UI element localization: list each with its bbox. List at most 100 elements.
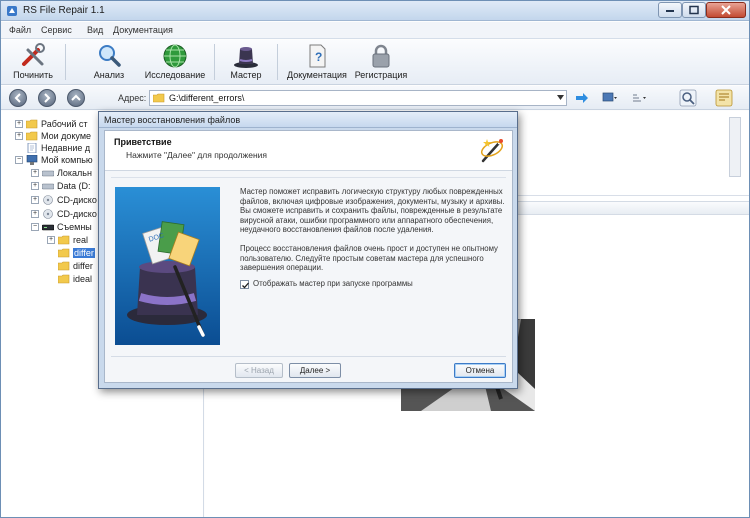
next-button[interactable]: Далее >: [289, 363, 341, 378]
tree-item-label: Съемны: [57, 222, 92, 232]
tree-item-label: Мой компью: [41, 155, 93, 165]
minimize-icon: [666, 10, 674, 12]
arrow-up-icon: [71, 94, 81, 101]
documentation-button[interactable]: ? Документация: [285, 42, 349, 83]
go-arrow-icon[interactable]: [574, 90, 590, 106]
magic-wand-icon: [480, 138, 504, 163]
toolbar-separator: [214, 44, 215, 80]
dialog-subheading: Нажмите "Далее" для продолжения: [126, 150, 267, 160]
window-title: RS File Repair 1.1: [23, 5, 105, 16]
folder-icon: [58, 248, 70, 258]
expand-toggle[interactable]: −: [15, 156, 23, 164]
expand-toggle[interactable]: −: [31, 223, 39, 231]
dialog-paragraph-2: Процесс восстановления файлов очень прос…: [240, 243, 498, 273]
tree-item-label: differ: [73, 261, 93, 271]
view-mode-icon[interactable]: [602, 90, 618, 106]
menu-view[interactable]: Вид: [87, 25, 103, 35]
cancel-button[interactable]: Отмена: [454, 363, 506, 378]
toolbar-label: Исследование: [144, 70, 206, 80]
expand-toggle[interactable]: +: [31, 210, 39, 218]
expand-toggle[interactable]: +: [31, 182, 39, 190]
menu-bar: Файл Сервис Вид Документация: [1, 22, 749, 39]
folder-icon: [153, 93, 165, 103]
dialog-title: Мастер восстановления файлов: [104, 115, 241, 125]
disk-icon: [42, 183, 54, 190]
chevron-down-icon[interactable]: [557, 95, 564, 100]
menu-file[interactable]: Файл: [9, 25, 31, 35]
analyze-button[interactable]: Анализ: [85, 42, 133, 83]
tree-item-label: CD-диско: [57, 209, 97, 219]
dialog-title-bar: Мастер восстановления файлов: [99, 112, 517, 128]
removable-drive-icon: [42, 224, 54, 231]
up-button[interactable]: [67, 89, 85, 107]
tree-item-label: Data (D:: [57, 181, 91, 191]
dialog-heading: Приветствие: [114, 137, 172, 147]
svg-text:?: ?: [315, 50, 322, 64]
dialog-header: Приветствие Нажмите "Далее" для продолже…: [105, 131, 512, 171]
app-icon: [7, 6, 17, 16]
repair-button[interactable]: Починить: [9, 42, 57, 83]
tree-item-label: Локальн: [57, 168, 92, 178]
lock-icon: [372, 44, 390, 68]
wizard-button[interactable]: Мастер: [225, 42, 267, 83]
explore-button[interactable]: Исследование: [141, 42, 209, 83]
toolbar: Починить Анализ Исследование Мастер ? До…: [1, 40, 749, 85]
toolbar-label: Мастер: [230, 70, 262, 80]
forward-button[interactable]: [38, 89, 56, 107]
wizard-hat-icon: [234, 47, 258, 68]
menu-documentation[interactable]: Документация: [113, 25, 173, 35]
expand-toggle[interactable]: +: [31, 169, 39, 177]
expand-toggle[interactable]: +: [47, 236, 55, 244]
computer-icon: [26, 155, 38, 165]
tree-item-label: Недавние д: [41, 143, 91, 153]
recent-docs-icon: [27, 143, 37, 153]
dialog-description: Мастер поможет исправить логическую стру…: [240, 187, 506, 282]
title-bar: RS File Repair 1.1: [1, 1, 749, 21]
tree-item-label: Мои докуме: [41, 131, 92, 141]
tree-item-label: Рабочий ст: [41, 119, 88, 129]
toolbar-label: Документация: [287, 70, 347, 80]
wizard-illustration: DOC: [115, 187, 220, 345]
wizard-dialog: Мастер восстановления файлов Приветствие…: [98, 111, 518, 389]
dialog-paragraph-1: Мастер поможет исправить логическую стру…: [240, 187, 505, 235]
address-input[interactable]: G:\different_errors\: [149, 90, 567, 106]
sort-icon[interactable]: [631, 90, 647, 106]
tree-item-label: differ: [73, 248, 95, 258]
preview-icon[interactable]: [679, 89, 697, 107]
toolbar-separator: [277, 44, 278, 80]
arrow-left-icon: [14, 93, 21, 103]
back-dialog-button[interactable]: < Назад: [235, 363, 283, 378]
dialog-divider: [111, 177, 506, 178]
folder-icon: [58, 274, 70, 284]
menu-service[interactable]: Сервис: [41, 25, 72, 35]
toolbar-label: Анализ: [93, 70, 125, 80]
tree-item-label: real: [73, 235, 89, 245]
cd-icon: [43, 195, 53, 205]
maximize-button[interactable]: [682, 2, 706, 18]
expand-toggle[interactable]: +: [15, 120, 23, 128]
folder-icon: [26, 131, 38, 141]
address-bar: Адрес: G:\different_errors\: [1, 86, 749, 110]
dialog-body: Приветствие Нажмите "Далее" для продолже…: [104, 130, 513, 383]
checkbox-label: Отображать мастер при запуске программы: [253, 279, 413, 288]
address-value: G:\different_errors\: [169, 93, 245, 103]
registration-button[interactable]: Регистрация: [353, 42, 409, 83]
tree-item-label: CD-диско: [57, 195, 97, 205]
notes-icon[interactable]: [715, 89, 733, 107]
scrollbar[interactable]: [729, 117, 741, 177]
close-button[interactable]: [706, 2, 746, 18]
folder-icon: [58, 261, 70, 271]
cd-icon: [43, 209, 53, 219]
tree-item-label: ideal: [73, 274, 93, 284]
arrow-right-icon: [44, 93, 51, 103]
disk-icon: [42, 170, 54, 177]
expand-toggle[interactable]: +: [31, 196, 39, 204]
dialog-button-divider: [111, 356, 506, 357]
back-button[interactable]: [9, 89, 27, 107]
minimize-button[interactable]: [658, 2, 682, 18]
expand-toggle[interactable]: +: [15, 132, 23, 140]
toolbar-label: Починить: [13, 70, 53, 80]
repair-icon: [22, 43, 45, 66]
magnifier-icon: [99, 45, 121, 67]
checkbox[interactable]: [240, 280, 249, 289]
